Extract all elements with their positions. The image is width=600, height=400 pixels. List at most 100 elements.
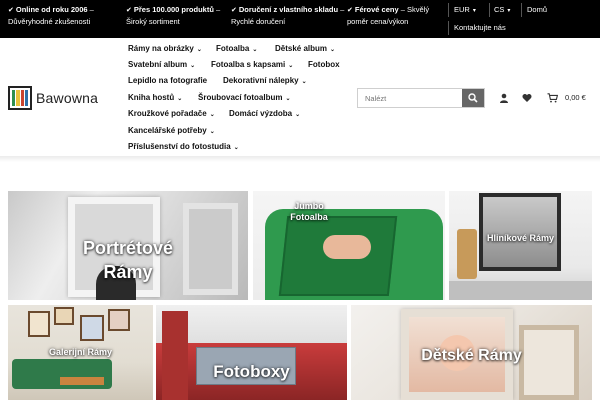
nav-label: Dětské album xyxy=(275,44,328,53)
tile-label-line1: Portrétové xyxy=(82,238,174,258)
home-link[interactable]: Domů xyxy=(527,4,547,15)
search-box xyxy=(357,88,485,108)
chevron-down-icon: ⌄ xyxy=(330,47,336,53)
tile-label: Jumbo Fotoalba xyxy=(253,201,365,223)
usp-line2: Široký sortiment xyxy=(126,17,180,26)
top-bar: ✔ Online od roku 2006 – Důvěryhodné zkuše… xyxy=(0,0,600,38)
currency-label: EUR xyxy=(454,5,470,14)
frame-image xyxy=(479,193,561,271)
tile-label: Fotoboxy xyxy=(213,362,290,381)
nav-item-fotoalba-s-kapsami[interactable]: Fotoalba s kapsami ⌄ xyxy=(211,60,293,69)
divider xyxy=(521,3,522,17)
user-icon xyxy=(500,93,508,103)
search-icon xyxy=(468,93,478,103)
chevron-down-icon: ⌄ xyxy=(209,112,215,118)
divider xyxy=(448,21,449,35)
currency-selector[interactable]: EUR ▾ xyxy=(454,4,476,17)
chevron-down-icon: ⌄ xyxy=(209,129,215,135)
nav-label: Dekorativní nálepky xyxy=(223,76,299,85)
nav-item-kniha-hostu[interactable]: Kniha hostů ⌄ xyxy=(128,93,182,102)
tile-label-line1: Jumbo xyxy=(294,201,324,211)
cart-icon xyxy=(547,93,558,103)
nav-item-svatebni-album[interactable]: Svatební album ⌄ xyxy=(128,60,195,69)
nav-label: Kniha hostů xyxy=(128,93,175,102)
tile-label: Hliníkové Rámy xyxy=(486,233,555,243)
frame-image xyxy=(54,307,74,325)
nav-item-detske-album[interactable]: Dětské album ⌄ xyxy=(275,44,335,53)
chevron-down-icon: ⌄ xyxy=(252,47,258,53)
nav-item-kancelarske-potreby[interactable]: Kancelářské potřeby ⌄ xyxy=(128,126,215,135)
chevron-down-icon: ▾ xyxy=(472,8,476,14)
category-tile-portretove-ramy[interactable]: Portrétové Rámy xyxy=(8,191,248,300)
check-icon: ✔ xyxy=(8,7,14,14)
tile-label: Portrétové Rámy xyxy=(8,236,248,284)
frame-image xyxy=(80,315,104,341)
heart-icon xyxy=(522,94,532,102)
nav-item-krouzkove-poradace[interactable]: Kroužkové pořadače ⌄ xyxy=(128,109,215,118)
chevron-down-icon: ⌄ xyxy=(285,96,291,102)
chevron-down-icon: ⌄ xyxy=(190,63,196,69)
divider xyxy=(448,3,449,17)
nav-label: Domácí výzdoba xyxy=(229,109,293,118)
category-tile-fotoboxy[interactable]: Fotoboxy xyxy=(156,305,347,400)
language-selector[interactable]: CS ▾ xyxy=(494,4,510,17)
account-button[interactable] xyxy=(498,90,510,106)
usp-rest: – xyxy=(213,5,221,14)
wishlist-button[interactable] xyxy=(521,90,533,106)
nav-item-dekorativni-nalepky[interactable]: Dekorativní nálepky ⌄ xyxy=(223,76,307,85)
logo-mark-icon xyxy=(8,86,32,110)
search-input[interactable] xyxy=(358,89,464,107)
check-icon: ✔ xyxy=(231,7,237,14)
usp-line2: Důvěryhodné zkušenosti xyxy=(8,17,91,26)
table-image xyxy=(60,377,104,385)
nav-item-sroubovaci-fotoalbum[interactable]: Šroubovací fotoalbum ⌄ xyxy=(198,93,290,102)
chevron-down-icon: ⌄ xyxy=(233,145,239,151)
usp-products: ✔ Přes 100.000 produktů – Široký sortimen… xyxy=(126,4,220,27)
usp-delivery: ✔ Doručení z vlastního skladu – Rychlé do… xyxy=(231,4,344,27)
logo-text: Bawowna xyxy=(36,90,99,106)
chevron-down-icon: ⌄ xyxy=(295,112,301,118)
nav-label: Šroubovací fotoalbum xyxy=(198,93,283,102)
frame-image xyxy=(28,311,50,337)
category-tile-jumbo-fotoalba[interactable]: Jumbo Fotoalba xyxy=(253,191,445,300)
nav-label: Rámy na obrázky xyxy=(128,44,194,53)
usp-bold: Doručení z vlastního skladu xyxy=(238,5,339,14)
tile-label: Galerijní Rámy xyxy=(48,347,113,357)
search-button[interactable] xyxy=(462,89,484,107)
nav-label: Fotoalba s kapsami xyxy=(211,60,286,69)
language-label: CS xyxy=(494,5,505,14)
divider xyxy=(489,3,490,17)
chevron-down-icon: ⌄ xyxy=(177,96,183,102)
tile-label: Dětské Rámy xyxy=(421,347,522,364)
category-tile-hlinikove-ramy[interactable]: Hliníkové Rámy xyxy=(449,191,592,300)
nav-label: Svatební album xyxy=(128,60,188,69)
check-icon: ✔ xyxy=(126,7,132,14)
category-tile-galerijni-ramy[interactable]: Galerijní Rámy xyxy=(8,305,153,400)
tile-label-line2: Fotoalba xyxy=(290,212,328,222)
box-stack-image xyxy=(162,311,188,400)
usp-line2: Rychlé doručení xyxy=(231,17,286,26)
nav-item-fotobox[interactable]: Fotobox xyxy=(308,60,340,69)
nav-item-ramy[interactable]: Rámy na obrázky ⌄ xyxy=(128,44,202,53)
category-tile-detske-ramy[interactable]: Dětské Rámy xyxy=(351,305,592,400)
header-shadow xyxy=(0,156,600,162)
site-logo[interactable]: Bawowna xyxy=(8,86,98,110)
nav-label: Příslušenství do fotostudia xyxy=(128,142,231,151)
nav-item-fotoalba[interactable]: Fotoalba ⌄ xyxy=(216,44,257,53)
nav-item-prislusenstvi-fotostudia[interactable]: Příslušenství do fotostudia ⌄ xyxy=(128,142,239,151)
usp-prices: ✔ Férové ceny – Skvělý poměr cena/výkon xyxy=(347,4,429,27)
nav-item-lepidlo[interactable]: Lepidlo na fotografie xyxy=(128,76,207,85)
nav-label: Fotobox xyxy=(308,60,340,69)
check-icon: ✔ xyxy=(347,7,353,14)
nav-label: Lepidlo na fotografie xyxy=(128,76,208,85)
cart-button[interactable] xyxy=(545,90,559,106)
usp-rest: – xyxy=(338,5,345,14)
nav-item-domaci-vyzdoba[interactable]: Domácí výzdoba ⌄ xyxy=(229,109,300,118)
contact-link[interactable]: Kontaktujte nás xyxy=(454,22,506,33)
frame-image xyxy=(108,309,130,331)
chevron-down-icon: ⌄ xyxy=(288,63,294,69)
cart-total[interactable]: 0,00 € xyxy=(565,93,586,102)
nav-label: Kroužkové pořadače xyxy=(128,109,207,118)
usp-bold: Přes 100.000 produktů xyxy=(133,5,214,14)
chevron-down-icon: ▾ xyxy=(507,8,511,14)
